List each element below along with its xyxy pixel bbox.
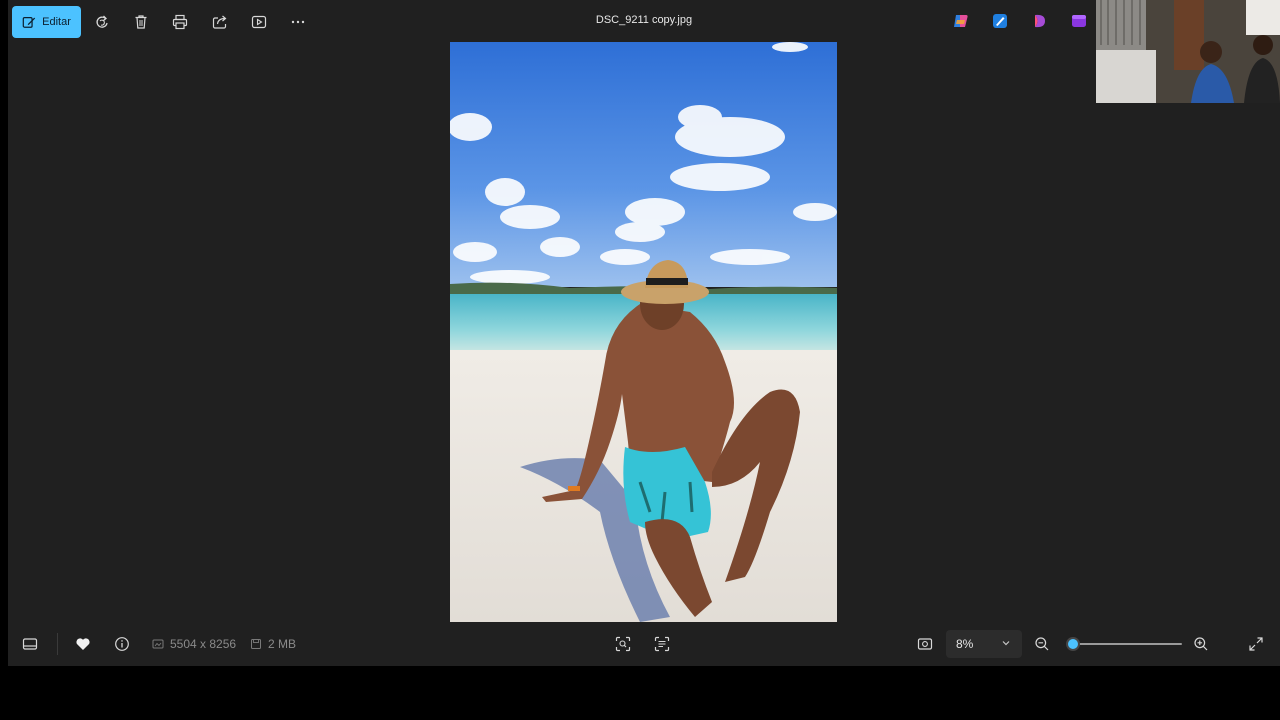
designer-button[interactable]	[991, 12, 1009, 30]
filmstrip-icon	[22, 638, 38, 650]
zoom-in-icon	[1194, 637, 1208, 651]
favorite-heart-icon	[76, 638, 90, 650]
file-size-icon	[251, 639, 261, 649]
dimensions-icon	[152, 639, 164, 649]
scan-text-button[interactable]	[652, 634, 672, 654]
visual-search-button[interactable]	[613, 634, 633, 654]
bottom-toolbar: 5504 x 8256 2 MB 8%	[8, 622, 1280, 666]
dimensions-text: 5504 x 8256	[170, 637, 237, 651]
video-editor-button[interactable]	[1070, 12, 1088, 30]
file-size-text: 2 MB	[268, 637, 297, 651]
zoom-level-dropdown[interactable]: 8%	[946, 630, 1022, 658]
info-icon	[115, 637, 129, 651]
file-size: 2 MB	[250, 637, 296, 651]
zoom-slider-thumb[interactable]	[1066, 637, 1080, 651]
filmstrip-button[interactable]	[20, 634, 40, 654]
designer-icon	[993, 14, 1007, 28]
beach-photo	[450, 42, 837, 622]
copilot-icon	[954, 15, 968, 27]
webcam-feed	[1096, 0, 1280, 103]
webcam-overlay	[1096, 0, 1280, 103]
top-toolbar: Editar DSC_9211 copy.jpg	[8, 0, 1280, 44]
fullscreen-icon	[1249, 637, 1263, 651]
zoom-out-button[interactable]	[1032, 634, 1052, 654]
file-title: DSC_9211 copy.jpg	[595, 14, 693, 26]
fit-to-window-icon	[917, 638, 933, 650]
toolbar-divider	[57, 633, 58, 655]
fullscreen-button[interactable]	[1246, 634, 1266, 654]
scan-text-icon	[654, 636, 670, 652]
video-editor-icon	[1072, 15, 1086, 27]
zoom-slider[interactable]	[1066, 636, 1182, 652]
photos-app-window: Editar DSC_9211 copy.jpg 5504 x 8256 2 M…	[8, 0, 1280, 666]
copilot-button[interactable]	[952, 12, 970, 30]
zoom-out-icon	[1035, 637, 1049, 651]
fit-to-window-button[interactable]	[915, 634, 935, 654]
zoom-slider-track	[1070, 643, 1182, 645]
visual-search-icon	[615, 636, 631, 652]
zoom-value: 8%	[956, 637, 974, 651]
photo-viewer-image[interactable]	[450, 42, 837, 622]
clipchamp-button[interactable]	[1031, 12, 1049, 30]
info-button[interactable]	[112, 634, 132, 654]
clipchamp-icon	[1035, 14, 1045, 28]
image-dimensions: 5504 x 8256	[152, 637, 236, 651]
chevron-down-icon	[1002, 641, 1010, 646]
zoom-in-button[interactable]	[1191, 634, 1211, 654]
favorite-button[interactable]	[73, 634, 93, 654]
